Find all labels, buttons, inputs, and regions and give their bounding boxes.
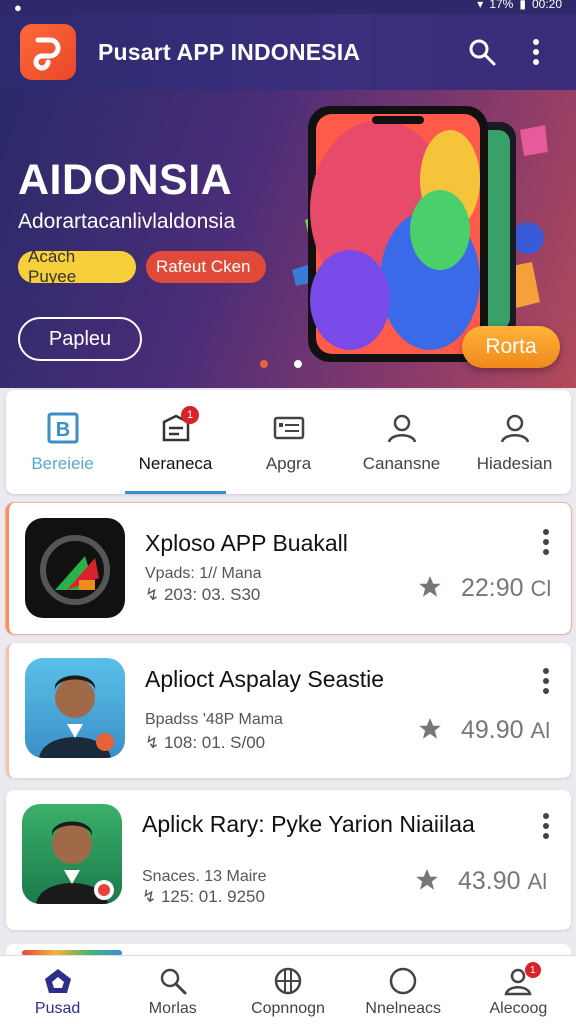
nav-circle[interactable]: Nnelneacs bbox=[346, 956, 461, 1024]
nav-profile[interactable]: 1 Alecoog bbox=[461, 956, 576, 1024]
tab-category-5[interactable]: Hiadesian bbox=[458, 390, 571, 494]
app-meta: Vpads: 1// Mana bbox=[145, 565, 262, 582]
app-header: Pusart APP INDONESIA bbox=[0, 14, 576, 90]
notification-badge: 1 bbox=[524, 962, 541, 978]
search-icon bbox=[469, 39, 496, 66]
svg-text:B: B bbox=[55, 419, 69, 441]
banner-title: AIDONSIA bbox=[18, 156, 233, 204]
user-icon bbox=[387, 414, 416, 443]
wifi-icon: ▾ bbox=[477, 0, 484, 11]
nav-grid[interactable]: Copnnogn bbox=[230, 956, 345, 1024]
app-name: Xploso APP Buakall bbox=[145, 530, 348, 556]
tag-yellow[interactable]: Acách Puyee bbox=[18, 247, 136, 286]
banner-outline-button[interactable]: Papleu bbox=[18, 317, 142, 361]
nav-home[interactable]: Pusad bbox=[0, 956, 115, 1024]
more-vertical-icon[interactable] bbox=[541, 667, 551, 695]
app-price-suffix: Al bbox=[530, 718, 551, 743]
nav-label: Morlas bbox=[148, 1000, 197, 1017]
tab-category-3[interactable]: Apgra bbox=[232, 390, 345, 494]
more-vertical-icon bbox=[533, 39, 539, 65]
status-left: ● bbox=[14, 0, 22, 14]
more-vertical-icon[interactable] bbox=[541, 812, 551, 840]
star-icon bbox=[419, 718, 441, 739]
app-price-suffix: Cl bbox=[530, 576, 552, 601]
clock: 00:20 bbox=[531, 0, 562, 11]
active-tab-indicator bbox=[125, 491, 226, 494]
person-avatar-image bbox=[36, 821, 114, 904]
app-logo bbox=[20, 24, 76, 80]
app-meta: Snaces. 13 Maire bbox=[142, 868, 267, 885]
battery-percent: 17% bbox=[489, 0, 514, 11]
card-icon bbox=[273, 416, 304, 440]
app-price: 49.90 Al bbox=[461, 716, 550, 745]
star-icon bbox=[419, 576, 441, 597]
nav-label: Copnnogn bbox=[251, 1000, 325, 1017]
app-price: 43.90 Al bbox=[458, 867, 547, 896]
carousel-dot-2[interactable] bbox=[294, 360, 302, 368]
tab-label: Apgra bbox=[265, 454, 312, 473]
app-stat-value: 125: 01. 9250 bbox=[160, 887, 265, 906]
app-title: Pusart APP INDONESIA bbox=[98, 38, 361, 65]
app-name: Aplioct Aspalay Seastie bbox=[145, 666, 385, 692]
search-button[interactable] bbox=[462, 32, 502, 72]
app-stat-value: 203: 03. S30 bbox=[163, 585, 261, 604]
logo-icon bbox=[33, 37, 61, 71]
tab-category-1[interactable]: B Bereieie bbox=[6, 390, 119, 494]
bottom-navigation: Pusad Morlas Copnnogn Nnelneacs 1 Alecoo… bbox=[0, 955, 576, 1024]
tab-category-4[interactable]: Canansne bbox=[345, 390, 458, 494]
app-icon bbox=[22, 804, 122, 904]
more-vertical-icon[interactable] bbox=[541, 528, 551, 556]
category-tabs: B Bereieie 1 Neraneca Apgra Canansne Hia… bbox=[6, 390, 571, 494]
app-icon bbox=[25, 658, 125, 758]
app-price-value: 49.90 bbox=[461, 716, 524, 744]
app-logo-image bbox=[40, 535, 110, 605]
star-icon bbox=[416, 869, 438, 890]
app-list-item[interactable]: Xploso APP Buakall Vpads: 1// Mana ↯ 203… bbox=[6, 503, 571, 634]
tab-label: Neraneca bbox=[138, 454, 213, 473]
app-stat: ↯ 125: 01. 9250 bbox=[142, 887, 265, 906]
promo-banner[interactable]: AIDONSIA Adorartacanlivlaldonsia Acách P… bbox=[0, 90, 576, 388]
tag-red[interactable]: Rafeut Cken bbox=[146, 251, 266, 283]
app-price: 22:90 Cl bbox=[461, 574, 551, 603]
banner-cta-button[interactable]: Rorta bbox=[462, 326, 560, 368]
overflow-menu-button[interactable] bbox=[516, 32, 556, 72]
nav-label: Alecoog bbox=[489, 1000, 548, 1017]
app-list-item[interactable]: Aplioct Aspalay Seastie Bpadss '48P Mama… bbox=[6, 643, 571, 778]
nav-label: Pusad bbox=[34, 1000, 81, 1017]
notification-badge: 1 bbox=[181, 406, 199, 424]
search-icon bbox=[160, 968, 187, 995]
app-stat: ↯ 108: 01. S/00 bbox=[145, 733, 266, 752]
app-price-value: 43.90 bbox=[458, 867, 521, 895]
b-icon: B bbox=[47, 412, 78, 444]
nav-label: Nnelneacs bbox=[365, 1000, 442, 1017]
circle-icon bbox=[389, 967, 417, 995]
banner-subtitle: Adorartacanlivlaldonsia bbox=[18, 210, 236, 233]
status-bar: ● ▾ 17% ▮ 00:20 bbox=[0, 0, 576, 14]
nav-search[interactable]: Morlas bbox=[115, 956, 230, 1024]
grid-circle-icon bbox=[274, 967, 302, 995]
tab-label: Bereieie bbox=[31, 454, 94, 473]
app-price-suffix: Al bbox=[527, 869, 548, 894]
app-price-value: 22:90 bbox=[461, 574, 524, 602]
app-stat-value: 108: 01. S/00 bbox=[163, 733, 266, 752]
battery-icon: ▮ bbox=[519, 0, 526, 11]
app-list-item[interactable]: Aplick Rary: Pyke Yarion Niaiilaa Snaces… bbox=[6, 790, 571, 930]
app-icon bbox=[25, 518, 125, 618]
tab-label: Hiadesian bbox=[476, 454, 553, 473]
user-icon bbox=[500, 414, 529, 443]
app-name: Aplick Rary: Pyke Yarion Niaiilaa bbox=[142, 811, 475, 837]
person-avatar-image bbox=[39, 675, 114, 758]
app-stat: ↯ 203: 03. S30 bbox=[145, 585, 261, 604]
home-icon bbox=[44, 969, 71, 993]
tab-label: Canansne bbox=[362, 454, 441, 473]
tab-category-2[interactable]: 1 Neraneca bbox=[119, 390, 232, 494]
status-right: ▾ 17% ▮ 00:20 bbox=[477, 0, 562, 11]
app-meta: Bpadss '48P Mama bbox=[145, 711, 283, 728]
carousel-dot-1[interactable] bbox=[260, 360, 268, 368]
